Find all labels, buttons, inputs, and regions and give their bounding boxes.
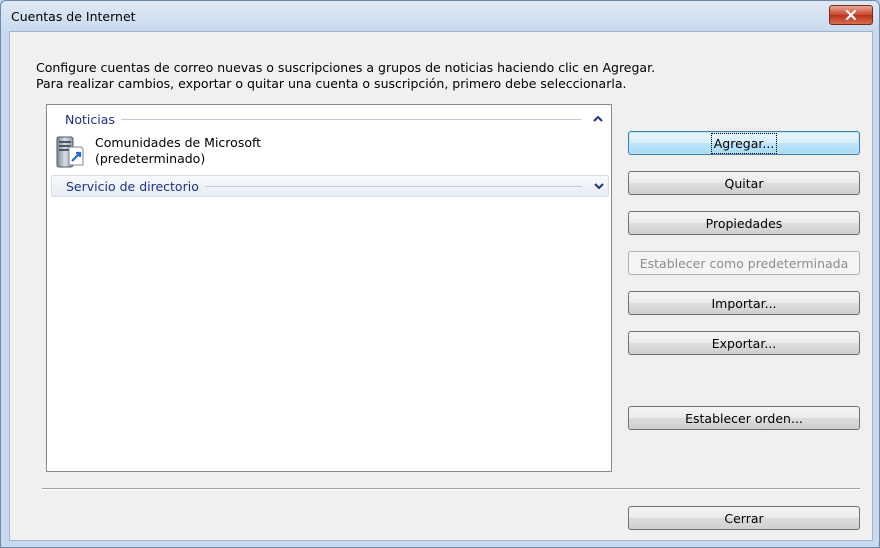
- remove-button[interactable]: Quitar: [628, 171, 860, 195]
- account-name: Comunidades de Microsoft: [95, 135, 262, 150]
- close-window-button[interactable]: [829, 5, 873, 25]
- properties-button[interactable]: Propiedades: [628, 211, 860, 235]
- list-item[interactable]: Comunidades de Microsoft (predeterminado…: [51, 131, 351, 171]
- import-button[interactable]: Importar...: [628, 291, 860, 315]
- title-bar[interactable]: Cuentas de Internet: [1, 1, 879, 31]
- group-header-servicio-directorio[interactable]: Servicio de directorio: [51, 175, 609, 197]
- chevron-down-icon[interactable]: [590, 182, 608, 190]
- chevron-up-icon[interactable]: [589, 115, 607, 123]
- instructions-line-2: Para realizar cambios, exportar o quitar…: [36, 76, 627, 91]
- export-button[interactable]: Exportar...: [628, 331, 860, 355]
- group-title: Noticias: [65, 111, 115, 127]
- close-button[interactable]: Cerrar: [628, 506, 860, 530]
- internet-accounts-dialog: Cuentas de Internet Configure cuentas de…: [0, 0, 880, 548]
- accounts-list[interactable]: Noticias Comunidades de Microsoft (prede…: [46, 104, 612, 472]
- account-label: Comunidades de Microsoft (predeterminado…: [95, 135, 261, 167]
- window-title: Cuentas de Internet: [11, 9, 136, 24]
- instructions-text: Configure cuentas de correo nuevas o sus…: [36, 60, 655, 92]
- group-divider: [204, 185, 582, 187]
- add-button-label: Agregar...: [710, 132, 778, 154]
- instructions-line-1: Configure cuentas de correo nuevas o sus…: [36, 60, 656, 75]
- news-server-icon: [55, 135, 85, 172]
- group-header-noticias[interactable]: Noticias: [51, 109, 607, 129]
- group-title: Servicio de directorio: [66, 178, 199, 194]
- set-default-button[interactable]: Establecer como predeterminada: [628, 251, 860, 275]
- set-order-button[interactable]: Establecer orden...: [628, 406, 860, 430]
- separator: [42, 488, 860, 490]
- account-status: (predeterminado): [95, 151, 206, 166]
- add-button[interactable]: Agregar...: [628, 131, 860, 155]
- close-icon: [845, 10, 857, 20]
- dialog-body: Configure cuentas de correo nuevas o sus…: [9, 31, 873, 541]
- group-divider: [120, 118, 581, 120]
